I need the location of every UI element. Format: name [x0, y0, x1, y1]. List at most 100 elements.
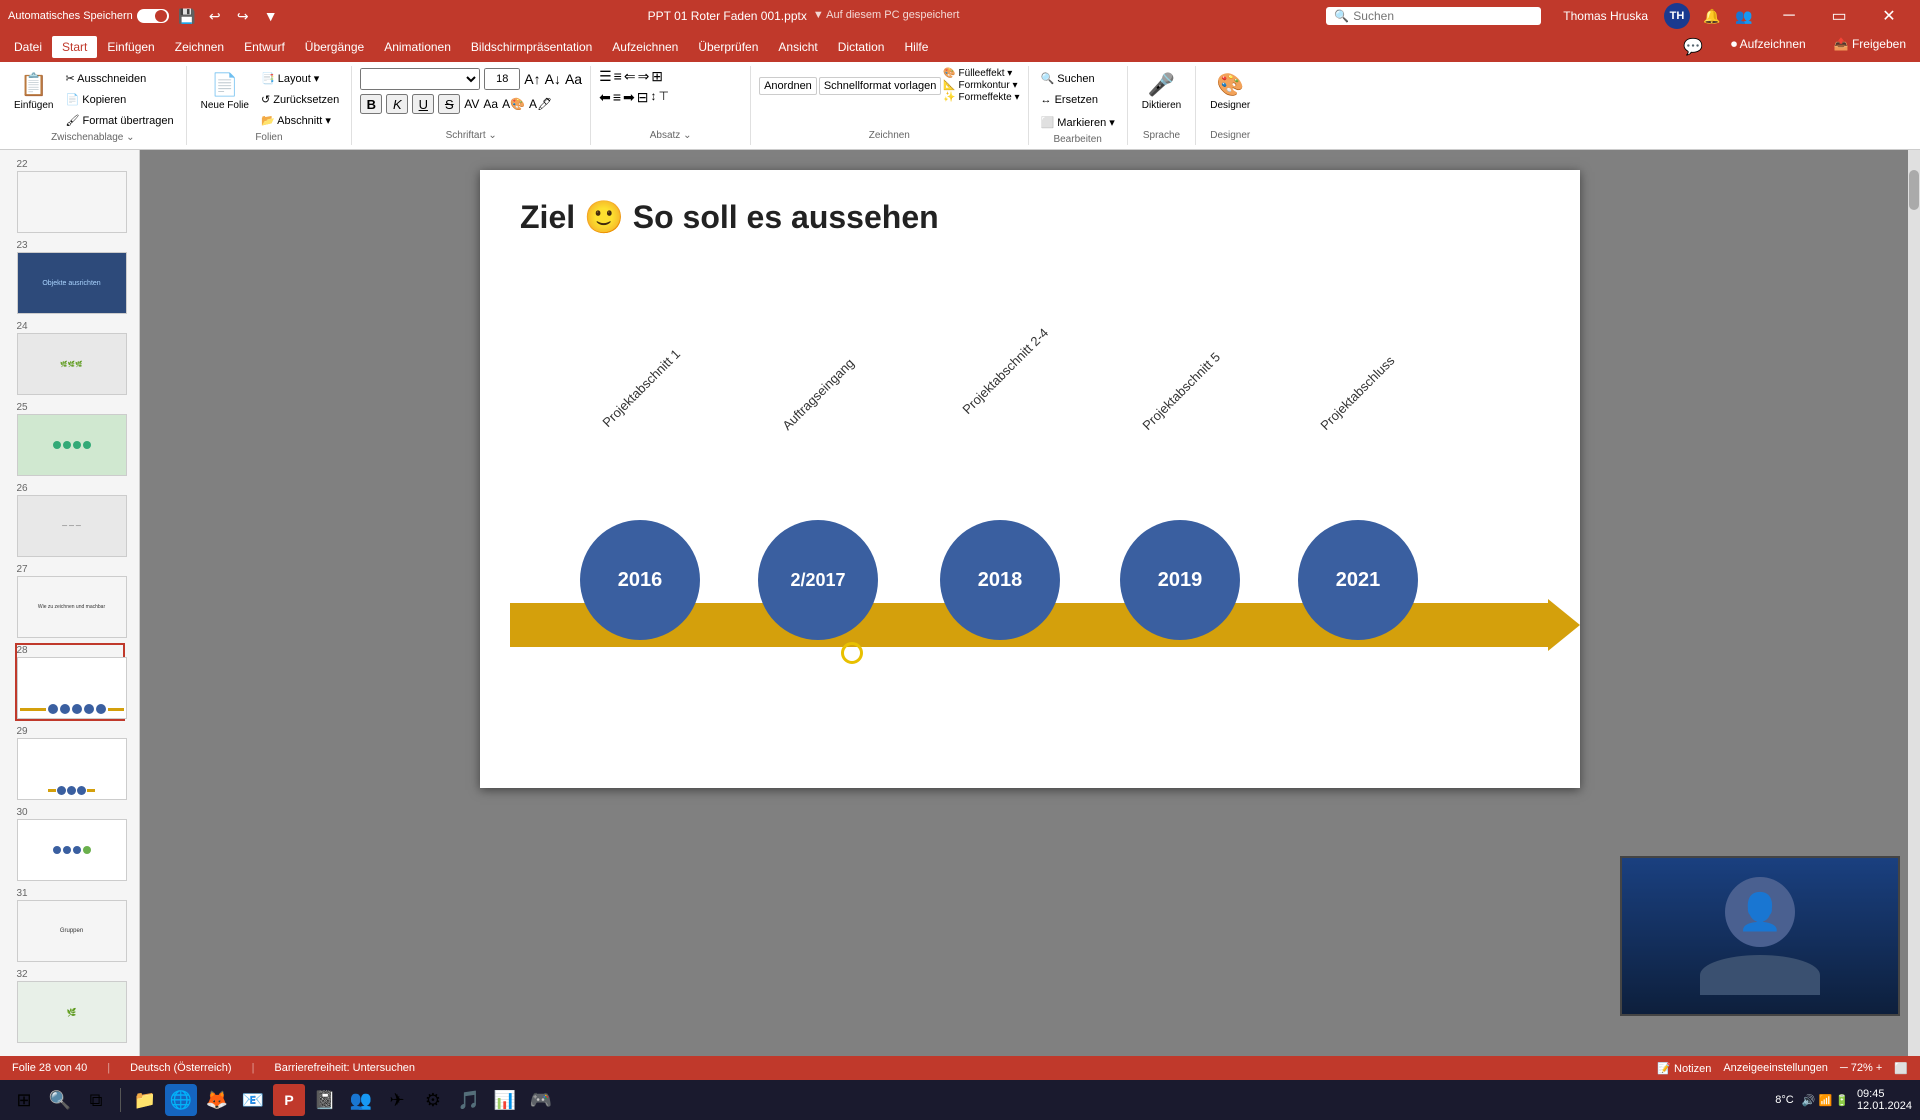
- clear-format[interactable]: Aa: [565, 71, 582, 87]
- paste-button[interactable]: 📋 Einfügen: [8, 68, 59, 115]
- copy-button[interactable]: 📄 Kopieren: [61, 89, 177, 109]
- node-2016[interactable]: 2016: [580, 520, 700, 640]
- bold-button[interactable]: B: [360, 94, 382, 114]
- slide-thumb-31[interactable]: 31 Gruppen: [15, 886, 125, 964]
- align-justify[interactable]: ⊟: [637, 89, 649, 106]
- undo-button[interactable]: ↩: [205, 6, 225, 26]
- notes-button[interactable]: 📝 Notizen: [1657, 1062, 1711, 1075]
- teams-icon[interactable]: 👥: [345, 1084, 377, 1116]
- quick-styles[interactable]: Schnellformat vorlagen: [819, 77, 942, 95]
- font-size[interactable]: [484, 68, 520, 90]
- minimize-button[interactable]: ─: [1766, 0, 1812, 32]
- indent-increase[interactable]: ⇒: [638, 68, 650, 85]
- task-view[interactable]: ⧉: [80, 1084, 112, 1116]
- scrollbar-vertical[interactable]: [1908, 150, 1920, 1056]
- slide-thumb-32[interactable]: 32 🌿: [15, 967, 125, 1045]
- text-direction[interactable]: ↕: [650, 89, 656, 106]
- columns[interactable]: ⊞: [651, 68, 663, 85]
- search-button[interactable]: 🔍 Suchen: [1037, 68, 1099, 88]
- section-button[interactable]: 📂 Abschnitt ▾: [257, 110, 343, 130]
- slide-thumb-29[interactable]: 29: [15, 724, 125, 802]
- app8-icon[interactable]: 🎮: [525, 1084, 557, 1116]
- menu-einfuegen[interactable]: Einfügen: [97, 36, 164, 58]
- increase-font[interactable]: A↑: [524, 71, 540, 87]
- new-slide-button[interactable]: 📄 Neue Folie: [195, 68, 255, 115]
- menu-entwurf[interactable]: Entwurf: [234, 36, 295, 58]
- align-right[interactable]: ➡: [623, 89, 635, 106]
- language-status[interactable]: Deutsch (Österreich): [130, 1062, 231, 1074]
- slide-thumb-25[interactable]: 25: [15, 400, 125, 478]
- onenote-icon[interactable]: 📓: [309, 1084, 341, 1116]
- indent-decrease[interactable]: ⇐: [624, 68, 636, 85]
- menu-hilfe[interactable]: Hilfe: [894, 36, 938, 58]
- char-spacing[interactable]: AV: [464, 97, 479, 111]
- save-button[interactable]: 💾: [177, 6, 197, 26]
- start-button[interactable]: ⊞: [8, 1084, 40, 1116]
- strikethrough-button[interactable]: S: [438, 94, 460, 114]
- select-button[interactable]: ⬜ Markieren ▾: [1037, 112, 1119, 132]
- mail-icon[interactable]: 📧: [237, 1084, 269, 1116]
- font-color[interactable]: A🖊: [529, 97, 552, 111]
- format-button[interactable]: 🖌 Format übertragen: [61, 110, 177, 130]
- telegram-icon[interactable]: ✈: [381, 1084, 413, 1116]
- menu-ansicht[interactable]: Ansicht: [768, 36, 827, 58]
- shapes-group[interactable]: Anordnen: [759, 77, 817, 95]
- freigeben-button[interactable]: 📤 Freigeben: [1824, 33, 1916, 61]
- menu-datei[interactable]: Datei: [4, 36, 52, 58]
- menu-bildschirm[interactable]: Bildschirmpräsentation: [461, 36, 602, 58]
- scrollbar-thumb[interactable]: [1909, 170, 1919, 210]
- accessibility-status[interactable]: Barrierefreiheit: Untersuchen: [274, 1062, 415, 1074]
- reset-button[interactable]: ↺ Zurücksetzen: [257, 89, 343, 109]
- firefox-icon[interactable]: 🦊: [201, 1084, 233, 1116]
- more-button[interactable]: ▼: [261, 6, 281, 26]
- notifications-icon[interactable]: 🔔: [1702, 6, 1722, 26]
- list-unordered[interactable]: ☰: [599, 68, 612, 85]
- share-icon[interactable]: 👥: [1734, 6, 1754, 26]
- underline-button[interactable]: U: [412, 94, 434, 114]
- search-taskbar[interactable]: 🔍: [44, 1084, 76, 1116]
- close-button[interactable]: ✕: [1866, 0, 1912, 32]
- autosave-toggle-switch[interactable]: [137, 9, 169, 23]
- search-input[interactable]: [1353, 9, 1533, 23]
- cut-button[interactable]: ✂ Ausschneiden: [61, 68, 177, 88]
- font-selector[interactable]: [360, 68, 480, 90]
- explorer-icon[interactable]: 📁: [129, 1084, 161, 1116]
- powerpoint-icon[interactable]: P: [273, 1084, 305, 1116]
- align-center[interactable]: ≡: [613, 89, 621, 106]
- search-box[interactable]: 🔍: [1326, 7, 1541, 25]
- autosave-toggle[interactable]: Automatisches Speichern: [8, 9, 169, 23]
- slide-thumb-24[interactable]: 24 🌿🌿🌿: [15, 319, 125, 397]
- slide-thumb-26[interactable]: 26 ─ ─ ─: [15, 481, 125, 559]
- menu-animationen[interactable]: Animationen: [374, 36, 461, 58]
- app6-icon[interactable]: 🎵: [453, 1084, 485, 1116]
- menu-uebergaenge[interactable]: Übergänge: [295, 36, 374, 58]
- restore-button[interactable]: ▭: [1816, 0, 1862, 32]
- slide-thumb-27[interactable]: 27 Wie zu zeichnen und machbar: [15, 562, 125, 640]
- menu-start[interactable]: Start: [52, 36, 97, 58]
- menu-aufzeichnen[interactable]: Aufzeichnen: [602, 36, 688, 58]
- list-ordered[interactable]: ≡: [614, 68, 622, 85]
- comments-icon[interactable]: 💬: [1673, 33, 1713, 61]
- slide-thumb-30[interactable]: 30: [15, 805, 125, 883]
- dictate-button[interactable]: 🎤 Diktieren: [1136, 68, 1187, 115]
- slide-thumb-22[interactable]: 22: [15, 157, 125, 235]
- zoom-controls[interactable]: ─ 72% +: [1840, 1062, 1882, 1074]
- fit-slide[interactable]: ⬜: [1894, 1062, 1908, 1075]
- italic-button[interactable]: K: [386, 94, 408, 114]
- node-2017[interactable]: 2/2017: [758, 520, 878, 640]
- app5-icon[interactable]: ⚙: [417, 1084, 449, 1116]
- slide-thumb-23[interactable]: 23 Objekte ausrichten: [15, 238, 125, 316]
- char-case[interactable]: Aa: [483, 97, 498, 111]
- redo-button[interactable]: ↪: [233, 6, 253, 26]
- node-2021[interactable]: 2021: [1298, 520, 1418, 640]
- menu-dictation[interactable]: Dictation: [828, 36, 895, 58]
- outline-button[interactable]: 📐 Formkontur ▾: [943, 80, 1019, 91]
- fill-button[interactable]: 🎨 Fülleeffekt ▾: [943, 68, 1019, 79]
- slide-thumb-28[interactable]: 28: [15, 643, 125, 721]
- layout-button[interactable]: 📑 Layout ▾: [257, 68, 343, 88]
- align-left[interactable]: ⬅: [599, 89, 611, 106]
- replace-button[interactable]: ↔ Ersetzen: [1037, 90, 1102, 110]
- chrome-icon[interactable]: 🌐: [165, 1084, 197, 1116]
- node-2019[interactable]: 2019: [1120, 520, 1240, 640]
- designer-button[interactable]: 🎨 Designer: [1204, 68, 1256, 115]
